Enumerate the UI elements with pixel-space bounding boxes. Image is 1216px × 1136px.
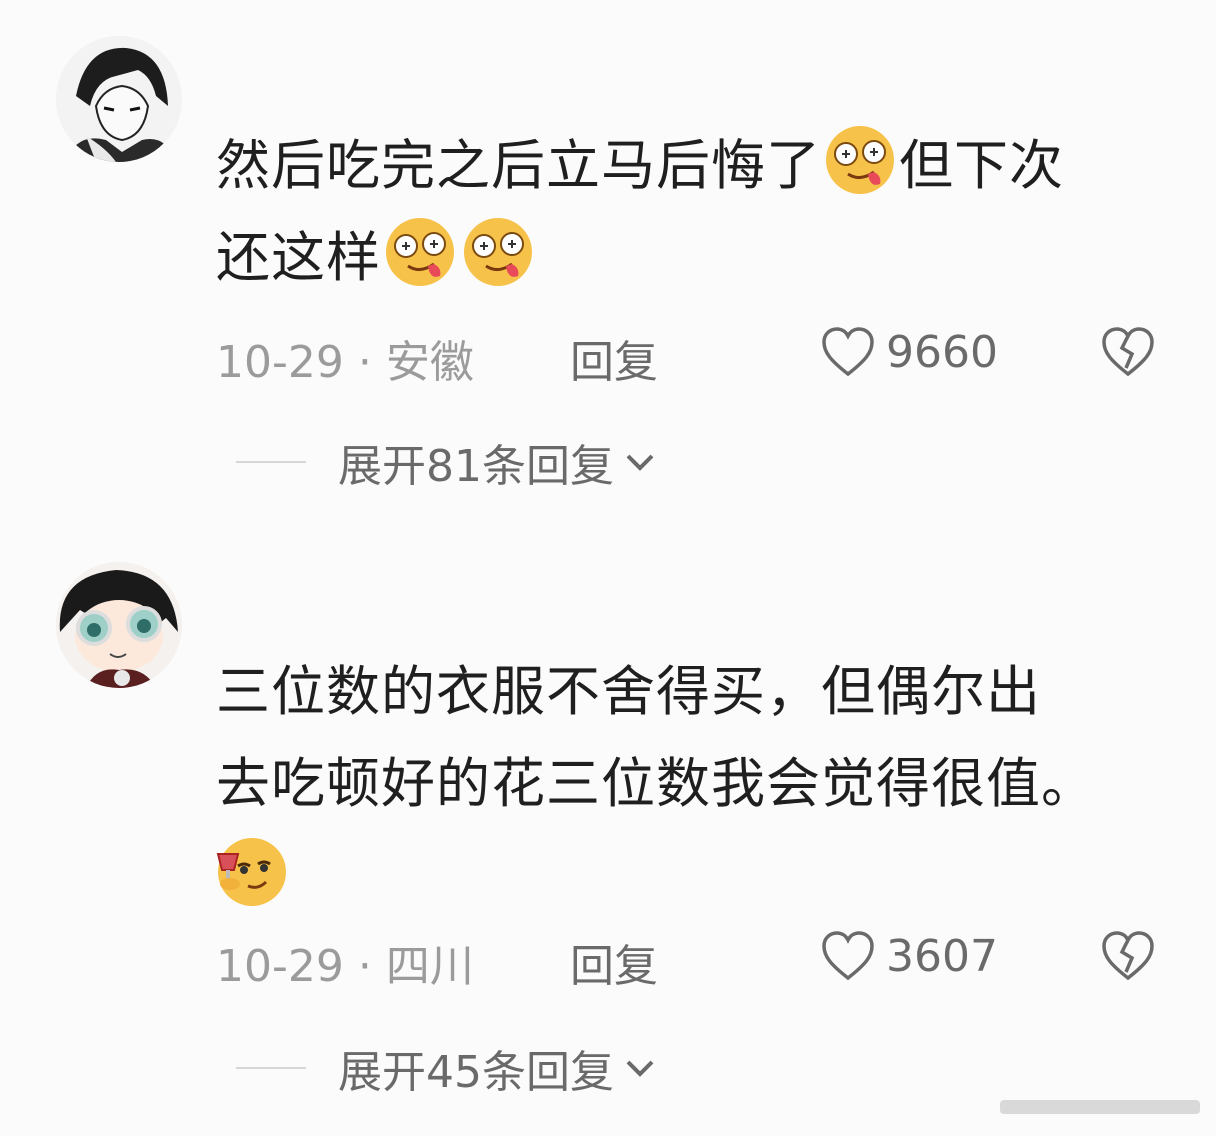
expand-replies-button[interactable]: 展开81条回复 [236,432,658,492]
divider [236,1067,306,1069]
expand-replies-label: 展开45条回复 [338,1047,614,1098]
reply-button[interactable]: 回复 [570,930,658,994]
like-button[interactable]: 9660 [820,326,998,378]
comment-date-location: 10-29 · 安徽 [216,326,474,390]
comment-text-line: 然后吃完之后立马后悔了 [216,134,821,197]
like-count: 3607 [886,930,998,982]
dislike-button[interactable] [1100,324,1156,380]
avatar[interactable] [56,562,182,688]
comment-text: 三位数的衣服不舍得买，但偶尔出 去吃顿好的花三位数我会觉得很值。 [216,646,1176,922]
broken-heart-icon [1102,931,1154,981]
separator: · [357,941,372,992]
comment-text-line: 去吃顿好的花三位数我会觉得很值。 [216,752,1096,815]
expand-replies-button[interactable]: 展开45条回复 [236,1038,658,1098]
comment-meta: 10-29 · 安徽 回复 9660 [216,324,1156,388]
avatar[interactable] [56,36,182,162]
heart-icon [822,931,874,981]
broken-heart-icon [1102,327,1154,377]
dislike-button[interactable] [1100,928,1156,984]
drooling-money-face-icon [460,214,536,290]
like-button[interactable]: 3607 [820,930,998,982]
comment-date: 10-29 [216,941,344,992]
divider [236,461,306,463]
comment-text: 然后吃完之后立马后悔了 但下次还这样 [216,120,1176,304]
comment-meta: 10-29 · 四川 回复 3607 [216,928,1156,992]
chevron-down-icon [626,1060,654,1077]
heart-icon [822,327,874,377]
comment-date-location: 10-29 · 四川 [216,930,474,994]
drooling-money-face-icon [382,214,458,290]
comment-date: 10-29 [216,337,344,388]
comment-text-line: 但下次 [899,134,1064,197]
watermark [1000,1100,1200,1114]
reply-button[interactable]: 回复 [570,326,658,390]
separator: · [357,337,372,388]
comment-text-line: 还这样 [216,226,381,289]
comment-location: 四川 [385,941,474,992]
comment-location: 安徽 [385,337,474,388]
like-count: 9660 [886,326,998,378]
drooling-money-face-icon [822,122,898,198]
cheers-smirk-face-icon [212,832,288,908]
chevron-down-icon [626,454,654,471]
comment-text-line: 三位数的衣服不舍得买，但偶尔出 [216,660,1041,723]
expand-replies-label: 展开81条回复 [338,441,614,492]
